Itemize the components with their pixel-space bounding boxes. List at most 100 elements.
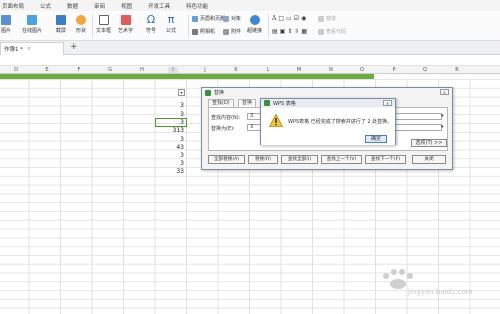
- replace-label: 替换为(E):: [211, 126, 235, 132]
- ribbon: 图片 在线图片 截屏 形状 文本框 艺术字 Ω 符号 π 公式 页眉和页脚 对象…: [0, 11, 500, 41]
- column-header-i[interactable]: I: [168, 67, 178, 73]
- find-previous-button[interactable]: 查找上一个(V): [321, 155, 362, 164]
- tab-find[interactable]: 查找(D): [208, 99, 234, 107]
- spin-icon[interactable]: ⇳: [294, 28, 299, 35]
- find-all-button[interactable]: 查找全部(I): [281, 155, 318, 164]
- close-tab-icon[interactable]: ×: [27, 46, 31, 52]
- new-tab-button[interactable]: +: [70, 42, 78, 52]
- formula-button[interactable]: π 公式: [166, 14, 176, 34]
- shapes-icon: [76, 15, 86, 25]
- menu-special[interactable]: 特色功能: [186, 2, 208, 10]
- menu-formulas[interactable]: 公式: [40, 2, 51, 10]
- symbol-button[interactable]: Ω 符号: [146, 14, 156, 34]
- group-icon[interactable]: ▦: [301, 28, 307, 35]
- replace-dropdown-icon[interactable]: ▾: [441, 124, 444, 130]
- cell-i-7[interactable]: 3: [154, 152, 184, 159]
- column-header: D E F G H I J K L M N O P Q R: [0, 66, 500, 74]
- column-header-e[interactable]: E: [42, 67, 52, 73]
- column-header-j[interactable]: J: [200, 67, 210, 73]
- cell-i-6[interactable]: 43: [154, 144, 184, 151]
- header-footer-button[interactable]: 页眉和页脚: [192, 15, 225, 22]
- column-header-r[interactable]: R: [452, 67, 462, 73]
- shapes-button[interactable]: 形状: [76, 15, 86, 34]
- combobox-icon[interactable]: ▣: [280, 28, 286, 35]
- column-header-m[interactable]: M: [294, 67, 304, 73]
- column-header-g[interactable]: G: [105, 67, 115, 73]
- form-control-button[interactable]: 窗体: [318, 15, 336, 22]
- column-header-q[interactable]: Q: [420, 67, 430, 73]
- replace-button[interactable]: 替换(R): [248, 155, 278, 164]
- header-footer-icon: [192, 15, 198, 22]
- label-icon[interactable]: ▭: [286, 15, 292, 22]
- find-dropdown-icon[interactable]: ▾: [441, 113, 444, 119]
- find-next-button[interactable]: 查找下一个(F): [365, 155, 406, 164]
- cell-i-9[interactable]: 33: [154, 168, 184, 175]
- menu-page-layout[interactable]: 页面布局: [2, 2, 24, 10]
- close-icon[interactable]: ×: [440, 89, 449, 95]
- menu-developer[interactable]: 开发工具: [148, 2, 170, 10]
- cell-i-4[interactable]: 313: [154, 127, 184, 134]
- formula-bar[interactable]: [0, 55, 500, 66]
- cell-i-2[interactable]: 3: [154, 111, 184, 118]
- form-controls-row: A □ ▭ ☑ ◉: [272, 15, 306, 22]
- tab-replace[interactable]: 替换: [238, 99, 257, 107]
- text-a-icon[interactable]: A: [272, 15, 276, 22]
- close-icon[interactable]: ×: [383, 100, 392, 106]
- textbox-icon: [98, 15, 109, 25]
- screenshot-button[interactable]: 截屏: [56, 15, 66, 34]
- column-header-p[interactable]: P: [389, 67, 399, 73]
- hyperlink-label: 超链接: [247, 28, 263, 34]
- omega-icon: Ω: [146, 13, 156, 26]
- picture-label: 图片: [1, 28, 12, 34]
- hyperlink-button[interactable]: 超链接: [247, 15, 262, 34]
- camera-button[interactable]: 照相机: [192, 28, 215, 35]
- column-header-h[interactable]: H: [137, 67, 147, 73]
- listbox-icon[interactable]: ▤: [272, 28, 278, 35]
- camera-label: 照相机: [200, 29, 216, 35]
- cell-i-1[interactable]: 3: [154, 102, 184, 109]
- column-header-l[interactable]: L: [263, 67, 273, 73]
- options-button[interactable]: 选项(T) >>: [411, 139, 447, 147]
- checkbox-icon[interactable]: ☑: [294, 15, 299, 22]
- form-controls-row-2: ▤ ▣ ⇕ ⇳ ▦: [272, 28, 307, 35]
- ribbon-separator: [92, 14, 93, 38]
- cell-i-8[interactable]: 3: [154, 160, 184, 167]
- radio-icon[interactable]: ◉: [301, 15, 306, 22]
- close-button[interactable]: 关闭: [412, 155, 446, 164]
- scissors-icon: [56, 15, 66, 25]
- object-button[interactable]: 对象: [223, 15, 241, 22]
- cell-i-5[interactable]: 3: [154, 136, 184, 143]
- menu-data[interactable]: 数据: [67, 2, 78, 10]
- ribbon-separator: [268, 14, 269, 38]
- column-header-o[interactable]: O: [357, 67, 367, 73]
- art-text-button[interactable]: 艺术字: [118, 15, 133, 34]
- column-header-d[interactable]: D: [11, 67, 21, 73]
- replace-dialog-titlebar[interactable]: 替换: [202, 88, 452, 97]
- square-icon[interactable]: □: [278, 15, 284, 22]
- ribbon-separator: [188, 14, 189, 38]
- filter-dropdown-icon[interactable]: ▾: [178, 89, 185, 96]
- menu-review[interactable]: 审阅: [94, 2, 105, 10]
- scroll-icon[interactable]: ⇕: [287, 28, 292, 35]
- column-header-n[interactable]: N: [326, 67, 336, 73]
- attachment-button[interactable]: 附件: [223, 28, 241, 35]
- textbox-button[interactable]: 文本框: [96, 15, 111, 34]
- online-picture-button[interactable]: 在线图片: [22, 15, 42, 34]
- online-picture-icon: [27, 15, 37, 25]
- message-text: WPS表格 已经完成了搜索并进行了 2 处替换。: [288, 119, 393, 125]
- globe-icon: [249, 15, 260, 25]
- app-icon: [205, 89, 211, 96]
- attachment-label: 附件: [231, 29, 242, 35]
- message-box-titlebar[interactable]: WPS 表格: [261, 99, 395, 107]
- document-tab[interactable]: 作簿1 * ×: [0, 42, 64, 55]
- replace-all-button[interactable]: 全部替换(A): [208, 155, 245, 164]
- picture-button[interactable]: 图片: [1, 15, 11, 34]
- formula-label: 公式: [166, 28, 177, 34]
- view-code-button[interactable]: 查看代码: [318, 28, 346, 35]
- art-text-label: 艺术字: [118, 28, 134, 34]
- menu-view[interactable]: 视图: [121, 2, 132, 10]
- view-code-label: 查看代码: [326, 29, 347, 35]
- column-header-k[interactable]: K: [231, 67, 241, 73]
- ok-button[interactable]: 确定: [365, 135, 387, 143]
- column-header-f[interactable]: F: [74, 67, 84, 73]
